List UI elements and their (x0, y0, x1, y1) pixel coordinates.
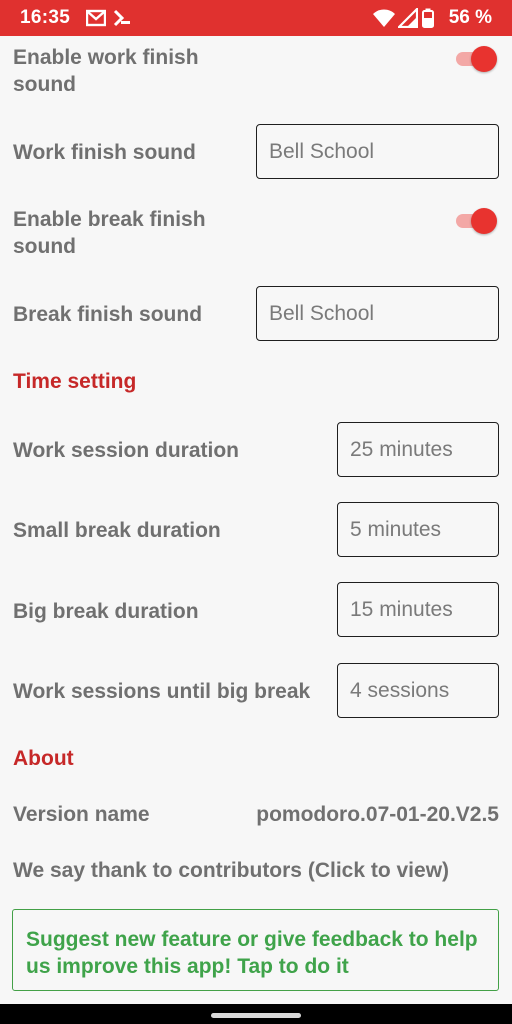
settings-screen[interactable]: Enable work finish sound Work finish sou… (0, 36, 512, 1004)
enable-break-finish-sound-toggle[interactable] (454, 206, 498, 236)
small-break-duration-label: Small break duration (13, 519, 221, 542)
enable-work-finish-sound-toggle[interactable] (454, 44, 498, 74)
big-break-duration-label: Big break duration (13, 600, 199, 623)
toggle-thumb (471, 46, 497, 72)
sessions-until-big-break-field[interactable]: 4 sessions (337, 663, 499, 718)
sessions-until-big-break-label: Work sessions until big break (13, 680, 311, 703)
version-name-label: Version name (13, 803, 150, 826)
battery-icon (422, 8, 434, 28)
signal-icon (398, 8, 418, 28)
work-session-duration-label: Work session duration (13, 439, 239, 462)
home-gesture-handle[interactable] (211, 1013, 301, 1018)
status-system-icons: 56 % (373, 7, 492, 29)
work-finish-sound-label: Work finish sound (13, 141, 196, 164)
version-name-value: pomodoro.07-01-20.V2.5 (256, 803, 499, 826)
status-time: 16:35 (20, 7, 71, 28)
navigation-bar (0, 1004, 512, 1024)
big-break-duration-field[interactable]: 15 minutes (337, 582, 499, 637)
notification-icon (113, 9, 130, 27)
work-session-duration-field[interactable]: 25 minutes (337, 422, 499, 477)
time-setting-section-title: Time setting (13, 370, 137, 393)
break-finish-sound-field[interactable]: Bell School (256, 286, 499, 341)
feedback-button[interactable]: Suggest new feature or give feedback to … (12, 909, 499, 991)
about-section-title: About (13, 747, 74, 770)
small-break-duration-field[interactable]: 5 minutes (337, 502, 499, 557)
enable-break-finish-sound-label: Enable break finish sound (13, 208, 206, 258)
battery-percentage: 56 % (448, 7, 492, 28)
enable-work-finish-sound-label: Enable work finish sound (13, 46, 199, 96)
break-finish-sound-label: Break finish sound (13, 303, 203, 326)
contributors-link[interactable]: We say thank to contributors (Click to v… (13, 857, 449, 884)
wifi-icon (373, 9, 395, 27)
gmail-icon (86, 9, 106, 27)
status-bar: 16:35 56 % (0, 0, 512, 36)
work-finish-sound-field[interactable]: Bell School (256, 124, 499, 179)
toggle-thumb (471, 208, 497, 234)
